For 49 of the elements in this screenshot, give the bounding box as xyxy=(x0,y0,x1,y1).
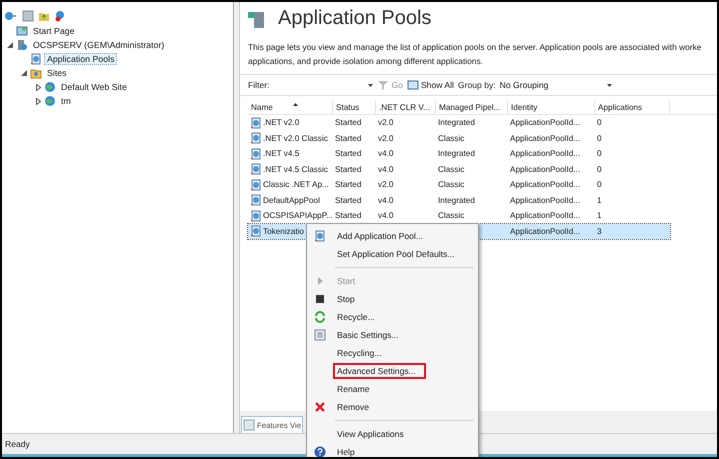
table-cell-text: v2.0 xyxy=(377,180,394,190)
table-cell: .NET v2.0 Classic xyxy=(248,132,333,144)
table-cell-text: ApplicationPoolId... xyxy=(509,211,582,220)
table-cell-text: Classic xyxy=(437,164,466,174)
table-cell-text: ApplicationPoolId... xyxy=(509,180,582,190)
filter-label: Filter: xyxy=(248,80,270,90)
table-cell-text: Started xyxy=(334,134,362,143)
table-cell-text: 3 xyxy=(596,226,603,236)
table-cell: DefaultAppPool xyxy=(248,194,333,206)
table-cell-text: Classic xyxy=(437,211,466,220)
table-cell-text: ApplicationPoolId... xyxy=(509,118,582,128)
table-cell-text: Classic xyxy=(437,134,466,143)
table-cell-text: 1 xyxy=(596,211,603,220)
table-cell-text: v2.0 xyxy=(377,134,394,143)
table-cell-text: ApplicationPoolId... xyxy=(509,196,582,205)
table-cell-text: 0 xyxy=(596,134,603,143)
table-cell-text: ApplicationPoolId... xyxy=(509,226,582,236)
table-cell-text: Integrated xyxy=(437,118,476,128)
table-cell-text: ApplicationPoolId... xyxy=(509,149,582,158)
table-cell-text: v4.0 xyxy=(377,164,394,174)
table-cell: OCSPISAPIAppP... xyxy=(248,210,333,222)
page-title: Application Pools xyxy=(278,8,432,28)
status-text: Ready xyxy=(5,439,30,449)
group-by-label: Group by: xyxy=(458,80,496,90)
table-cell-text: v4.0 xyxy=(377,196,394,205)
table-cell-text: Started xyxy=(334,164,362,174)
table-cell-text: Classic xyxy=(437,180,466,190)
table-cell-text: v4.0 xyxy=(377,211,394,220)
table-cell: .NET v2.0 xyxy=(248,116,333,129)
table-cell-text: 1 xyxy=(596,196,603,205)
table-cell-text: ApplicationPoolId... xyxy=(509,164,582,174)
table-cell: .NET v4.5 Classic xyxy=(248,163,333,176)
table-cell-text: ApplicationPoolId... xyxy=(509,134,582,143)
table-cell-text: 0 xyxy=(596,149,603,158)
table-cell-text: 0 xyxy=(596,118,603,128)
table-cell-text: Started xyxy=(334,149,362,158)
table-cell-text: Started xyxy=(334,211,362,220)
table-cell-text: 0 xyxy=(596,164,603,174)
table-cell-text: v2.0 xyxy=(377,118,394,128)
table-cell-text: v4.0 xyxy=(377,149,394,158)
table-cell-text: Started xyxy=(334,196,362,205)
page-description: This page lets you view and manage the list of application pools on the server. Application pools are associated with worke applications, and provide isolation among different applications. xyxy=(248,41,702,68)
table-cell-text: 0 xyxy=(596,180,603,190)
table-cell-text: Integrated xyxy=(437,196,476,205)
table-cell-text: Integrated xyxy=(437,149,476,158)
table-cell-text: Started xyxy=(334,180,362,190)
table-cell-text: Started xyxy=(334,118,362,128)
table-cell: Classic .NET Ap... xyxy=(248,178,333,191)
table-cell: .NET v4.5 xyxy=(248,148,333,160)
